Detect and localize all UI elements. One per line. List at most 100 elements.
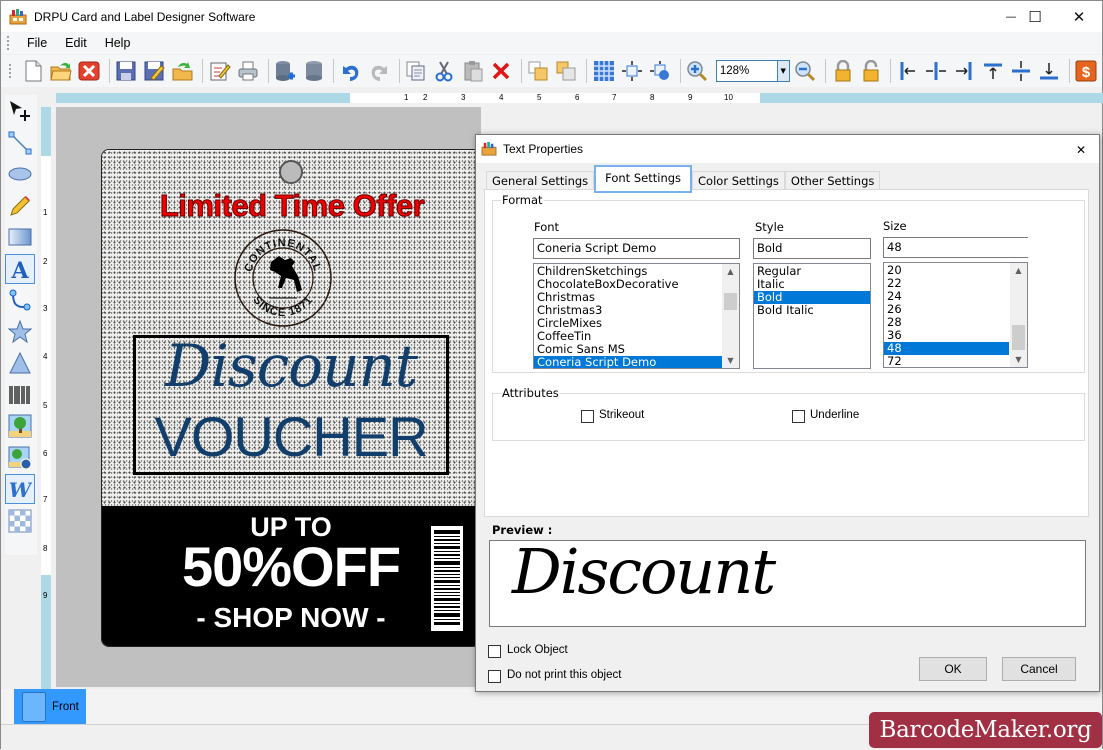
export-button[interactable] [170,58,195,84]
database-button[interactable] [301,58,326,84]
dialog-close-button[interactable]: ✕ [1071,139,1091,159]
line-tool[interactable] [5,128,35,158]
watermark-tool[interactable] [5,506,35,536]
voucher-card[interactable]: Limited Time Offer CONTINENTAL SINCE 187… [101,149,481,647]
picture-tool[interactable] [5,411,35,441]
scroll-up-icon[interactable]: ▲ [722,264,739,279]
list-item[interactable]: 22 [884,277,1009,290]
picture-library-tool[interactable] [5,443,35,473]
scrollbar-thumb[interactable] [724,293,737,310]
zoom-level-select[interactable]: 128% ▼ [715,60,790,82]
shop-now-text[interactable]: - SHOP NOW - [162,602,420,634]
ok-button[interactable]: OK [919,657,987,681]
align-middle-button[interactable] [1008,58,1033,84]
menu-help[interactable]: Help [96,36,140,50]
database-add-button[interactable] [273,58,298,84]
list-item[interactable]: 28 [884,316,1009,329]
menu-file[interactable]: File [18,36,56,50]
lock-button[interactable] [830,58,855,84]
size-input[interactable]: 48 [883,237,1028,258]
zoom-out-button[interactable] [793,58,818,84]
triangle-tool[interactable] [5,348,35,378]
grid-button[interactable] [591,58,616,84]
close-window-button[interactable]: ✕ [1056,1,1102,32]
underline-checkbox[interactable] [792,410,805,423]
list-item[interactable]: 36 [884,329,1009,342]
card-headline[interactable]: Limited Time Offer [102,188,480,224]
tab-general-settings[interactable]: General Settings [486,171,595,191]
list-item[interactable]: 24 [884,290,1009,303]
unlock-button[interactable] [858,58,883,84]
curve-tool[interactable] [5,285,35,315]
scrollbar-thumb[interactable] [1012,325,1025,350]
barcode-tool[interactable] [5,380,35,410]
undo-button[interactable] [338,58,363,84]
page-tab-front[interactable]: Front [14,689,86,724]
wordart-tool[interactable]: W [5,474,35,504]
send-back-button[interactable] [554,58,579,84]
align-center-button[interactable] [924,58,949,84]
do-not-print-checkbox[interactable] [488,670,501,683]
redo-button[interactable] [366,58,391,84]
paste-button[interactable] [460,58,485,84]
barcode-object[interactable] [431,526,463,631]
font-listbox[interactable]: ChildrenSketchings ChocolateBoxDecorative… [533,263,740,369]
scroll-up-icon[interactable]: ▲ [1010,263,1027,278]
align-right-button[interactable] [952,58,977,84]
barcode-bar [434,546,460,549]
buy-button[interactable]: $ [1074,58,1099,84]
text-tool[interactable]: A [5,253,35,284]
discount-voucher-frame[interactable]: Discount VOUCHER [133,332,449,475]
list-item[interactable]: 20 [884,264,1009,277]
list-item[interactable]: Bold Italic [754,304,870,317]
list-item[interactable]: 72 [884,355,1009,368]
zoom-in-button[interactable] [685,58,710,84]
cut-button[interactable] [432,58,457,84]
size-list-scrollbar[interactable]: ▲ ▼ [1010,263,1027,367]
style-listbox[interactable]: Regular Italic Bold Bold Italic [753,263,871,369]
voucher-text[interactable]: VOUCHER [136,406,446,468]
lock-object-checkbox[interactable] [488,645,501,658]
ellipse-tool[interactable] [5,159,35,189]
scroll-down-icon[interactable]: ▼ [722,353,739,368]
delete-button[interactable] [488,58,513,84]
rectangle-tool[interactable] [5,222,35,252]
star-tool[interactable] [5,317,35,347]
strikeout-checkbox[interactable] [581,410,594,423]
continental-seal-logo[interactable]: CONTINENTAL SINCE 1871 [233,228,333,328]
save-as-button[interactable] [142,58,167,84]
font-input[interactable]: Coneria Script Demo [533,238,740,259]
save-button[interactable] [114,58,139,84]
align-bottom-button[interactable] [1037,58,1062,84]
style-input[interactable]: Bold [753,238,871,259]
copy-button[interactable] [404,58,429,84]
bring-front-button[interactable] [526,58,551,84]
center-button[interactable] [619,58,644,84]
pencil-tool[interactable] [5,191,35,221]
chevron-down-icon[interactable]: ▼ [776,61,789,81]
close-file-button[interactable] [76,58,101,84]
size-listbox[interactable]: 20 22 24 26 28 36 48 72 ▲ ▼ [883,262,1028,368]
align-top-button[interactable] [980,58,1005,84]
tab-other-settings[interactable]: Other Settings [784,171,881,191]
edit-button[interactable] [207,58,232,84]
tab-font-settings[interactable]: Font Settings [594,165,693,193]
font-list-scrollbar[interactable]: ▲ ▼ [722,264,739,368]
maximize-button[interactable]: ☐ [1012,1,1058,32]
discount-text[interactable]: Discount [136,332,446,400]
list-item[interactable]: 48 [884,342,1009,355]
print-button[interactable] [236,58,261,84]
new-button[interactable] [20,58,45,84]
select-tool[interactable] [5,96,35,126]
list-item[interactable]: Coneria Script Demo [534,356,722,368]
scroll-down-icon[interactable]: ▼ [1010,352,1027,367]
menu-edit[interactable]: Edit [56,36,96,50]
percent-off-text[interactable]: 50%OFF [162,534,420,599]
tab-color-settings[interactable]: Color Settings [692,171,785,191]
open-button[interactable] [48,58,73,84]
cancel-button[interactable]: Cancel [1002,657,1076,681]
dialog-tabs: General Settings Font Settings Color Set… [486,165,881,193]
list-item[interactable]: 26 [884,303,1009,316]
fit-button[interactable] [647,58,672,84]
align-left-button[interactable] [895,58,920,84]
